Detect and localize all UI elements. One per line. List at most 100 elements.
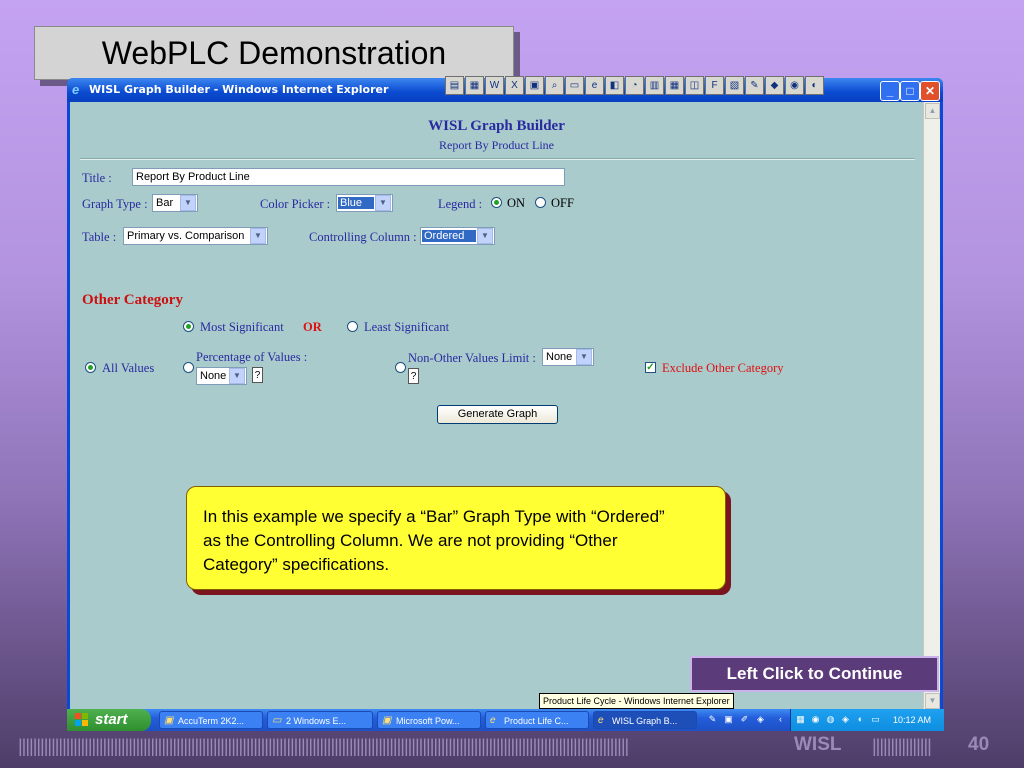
tray-icon[interactable]: ◈ [840, 714, 851, 725]
monitor-icon[interactable]: ▭ [870, 714, 881, 725]
least-significant-label: Least Significant [364, 320, 450, 334]
percentage-radio[interactable] [183, 362, 194, 373]
other-category-heading: Other Category [82, 292, 183, 308]
ie-icon: e [598, 715, 604, 726]
taskbar-item-explorer[interactable]: ▭ 2 Windows E... [267, 711, 373, 729]
ie-icon[interactable]: e [585, 76, 604, 95]
title-input[interactable]: Report By Product Line [132, 168, 565, 186]
divider [80, 158, 915, 160]
tray-expand-icon[interactable]: ‹ [775, 714, 786, 725]
non-other-select[interactable]: None ▼ [542, 348, 594, 366]
chevron-down-icon: ▼ [477, 228, 493, 244]
chevron-down-icon: ▼ [229, 368, 245, 384]
page-content: WISL Graph Builder Report By Product Lin… [70, 102, 923, 710]
toolbar-icon[interactable]: ▥ [645, 76, 664, 95]
toolbar-icon[interactable]: ◫ [685, 76, 704, 95]
folder-icon[interactable]: ▭ [565, 76, 584, 95]
footer-decoration-right: |||||||||||||||| [872, 736, 932, 756]
toolbar-icon[interactable]: ▦ [465, 76, 484, 95]
legend-label: Legend : [438, 197, 483, 211]
generate-graph-button[interactable]: Generate Graph [437, 405, 558, 424]
table-label: Table : [82, 230, 117, 244]
most-significant-label: Most Significant [200, 320, 284, 334]
toolbar-icon[interactable]: ▦ [665, 76, 684, 95]
toolbar-icon[interactable]: ▣ [525, 76, 544, 95]
controlling-column-label: Controlling Column : [309, 230, 417, 244]
toolbar-icon[interactable]: ◔ [625, 76, 644, 95]
close-button[interactable]: ✕ [920, 81, 940, 101]
system-tray: ▦ ◉ ◍ ◈ ◐ ▭ 10:12 AM [790, 709, 944, 731]
slide-page-number: 40 [968, 734, 990, 755]
taskbar-item-label: WISL Graph B... [612, 716, 678, 726]
toolbar-icon[interactable]: ▤ [445, 76, 464, 95]
taskbar-item-powerpoint[interactable]: ▣ Microsoft Pow... [377, 711, 481, 729]
non-other-help-icon[interactable]: ? [408, 368, 419, 384]
chevron-down-icon: ▼ [250, 228, 266, 244]
chevron-down-icon: ▼ [375, 195, 391, 211]
maximize-button[interactable]: □ [900, 81, 920, 101]
taskbar-item-accuterm[interactable]: ▣ AccuTerm 2K2... [159, 711, 263, 729]
legend-on-radio[interactable] [491, 197, 502, 208]
tray-icon[interactable]: ◍ [825, 714, 836, 725]
percentage-label: Percentage of Values : [196, 350, 308, 364]
terminal-icon: ▣ [164, 715, 174, 726]
legend-off-radio[interactable] [535, 197, 546, 208]
or-label: OR [303, 320, 322, 334]
controlling-column-value: Ordered [422, 230, 476, 242]
ftp-icon[interactable]: F [705, 76, 724, 95]
toolbar-icon[interactable]: ▧ [725, 76, 744, 95]
most-significant-radio[interactable] [183, 321, 194, 332]
color-picker-select[interactable]: Blue ▼ [336, 194, 393, 212]
tray-icon[interactable]: ◐ [855, 714, 866, 725]
legend-on-label: ON [507, 196, 526, 210]
all-values-radio[interactable] [85, 362, 96, 373]
minimize-button[interactable]: _ [880, 81, 900, 101]
percentage-help-icon[interactable]: ? [252, 367, 263, 383]
non-other-radio[interactable] [395, 362, 406, 373]
vertical-scrollbar[interactable]: ▲ ▼ [923, 102, 940, 710]
color-picker-value: Blue [338, 197, 374, 209]
ie-icon: e [490, 715, 496, 726]
tool-icon[interactable]: ✎ [707, 714, 718, 725]
non-other-label: Non-Other Values Limit : [408, 351, 536, 365]
graph-type-select[interactable]: Bar ▼ [152, 194, 198, 212]
tray-icon[interactable]: ▦ [795, 714, 806, 725]
toolbar-icon[interactable]: ◐ [805, 76, 824, 95]
taskbar-item-label: 2 Windows E... [286, 716, 347, 726]
clock: 10:12 AM [893, 715, 932, 725]
least-significant-radio[interactable] [347, 321, 358, 332]
table-select[interactable]: Primary vs. Comparison ▼ [123, 227, 268, 245]
scroll-up-icon[interactable]: ▲ [925, 103, 940, 119]
quicklaunch-toolbar: ▤ ▦ W X ▣ ⌕ ▭ e ◧ ◔ ▥ ▦ ◫ F ▧ ✎ ◆ ◉ ◐ [445, 76, 824, 95]
excel-icon[interactable]: X [505, 76, 524, 95]
controlling-column-select[interactable]: Ordered ▼ [420, 227, 495, 245]
toolbar-icon[interactable]: ◧ [605, 76, 624, 95]
taskbar-item-product-life[interactable]: e Product Life C... [485, 711, 589, 729]
tool-icon[interactable]: ✐ [739, 714, 750, 725]
app-heading: WISL Graph Builder [428, 118, 565, 134]
tool-icon[interactable]: ▣ [723, 714, 734, 725]
continue-button[interactable]: Left Click to Continue [690, 656, 939, 692]
powerpoint-icon: ▣ [382, 715, 392, 726]
toolbar-icon[interactable]: ◉ [785, 76, 804, 95]
toolbar-icon[interactable]: ✎ [745, 76, 764, 95]
word-icon[interactable]: W [485, 76, 504, 95]
slide-title-box: WebPLC Demonstration [34, 26, 514, 80]
chevron-down-icon: ▼ [576, 349, 592, 365]
tool-icon[interactable]: ◈ [755, 714, 766, 725]
windows-taskbar: start ▣ AccuTerm 2K2... ▭ 2 Windows E...… [67, 709, 944, 731]
taskbar-tooltip: Product Life Cycle - Windows Internet Ex… [539, 693, 734, 709]
search-icon[interactable]: ⌕ [545, 76, 564, 95]
scroll-down-icon[interactable]: ▼ [925, 693, 940, 709]
taskbar-item-label: AccuTerm 2K2... [178, 716, 245, 726]
browser-window: e WISL Graph Builder - Windows Internet … [67, 78, 943, 710]
exclude-other-checkbox[interactable]: ✓ [645, 362, 656, 373]
taskbar-item-graph-builder[interactable]: e WISL Graph B... [593, 711, 697, 729]
percentage-select[interactable]: None ▼ [196, 367, 247, 385]
windows-flag-icon [75, 713, 88, 726]
toolbar-icon[interactable]: ◆ [765, 76, 784, 95]
non-other-value: None [546, 351, 573, 363]
window-title: WISL Graph Builder - Windows Internet Ex… [89, 83, 389, 96]
percentage-value: None [200, 370, 227, 382]
tray-icon[interactable]: ◉ [810, 714, 821, 725]
